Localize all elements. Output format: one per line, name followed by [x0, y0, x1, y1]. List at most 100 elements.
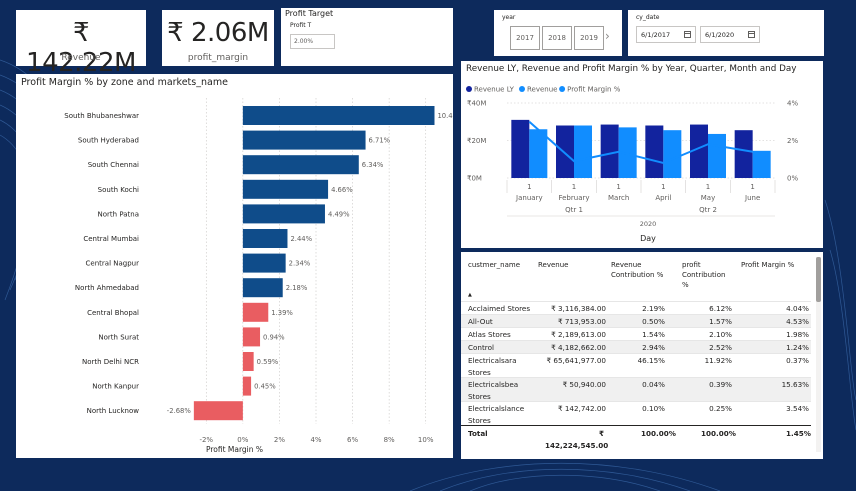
- calendar-icon[interactable]: [684, 31, 691, 38]
- chevron-right-icon[interactable]: ›: [605, 29, 610, 43]
- total-label: Total: [468, 429, 488, 438]
- table-scroll-thumb[interactable]: [816, 257, 821, 302]
- bar-revenue-ly[interactable]: [556, 125, 574, 179]
- col-header-text: profit: [682, 261, 701, 269]
- col-header-revenue-contribution[interactable]: Revenue Contribution %: [611, 260, 663, 280]
- table-row[interactable]: Control ₹ 4,182,662.00 2.94% 2.52% 1.24%: [461, 340, 811, 353]
- year-slicer: year 2017 2018 2019 ›: [494, 10, 622, 56]
- calendar-icon[interactable]: [748, 31, 755, 38]
- bar-data-label: 4.49%: [328, 210, 350, 218]
- bar-south-hyderabad[interactable]: [242, 130, 366, 150]
- profit-margin-kpi-card[interactable]: ₹ 2.06M profit_margin: [162, 10, 274, 66]
- bar-north-kanpur[interactable]: [242, 376, 252, 396]
- bar-data-label: 2.18%: [286, 284, 308, 292]
- sort-ascending-icon[interactable]: ▲: [468, 292, 472, 298]
- col-header-revenue[interactable]: Revenue: [538, 260, 569, 270]
- profit-target-sub-label: Profit T: [290, 22, 312, 29]
- bar-north-delhi-ncr[interactable]: [242, 352, 254, 371]
- year-option-2018[interactable]: 2018: [542, 26, 572, 50]
- table-scrollbar[interactable]: [816, 257, 821, 452]
- combo-chart-year-label: 2020: [639, 220, 657, 228]
- cell-profit-margin: 0.37%: [786, 356, 809, 365]
- bar-north-surat[interactable]: [242, 327, 261, 347]
- legend-label[interactable]: Revenue: [527, 86, 558, 94]
- year-option-2017[interactable]: 2017: [510, 26, 540, 50]
- cell-revenue: ₹ 50,940.00: [562, 380, 606, 389]
- bar-revenue-ly[interactable]: [600, 124, 619, 178]
- bar-north-ahmedabad[interactable]: [242, 278, 283, 298]
- bar-central-nagpur[interactable]: [242, 253, 286, 273]
- end-date-input[interactable]: 6/1/2020: [700, 26, 760, 43]
- bar-chart-category-label: South Hyderabad: [78, 137, 139, 145]
- bar-chart-x-tick: 6%: [347, 436, 358, 444]
- bar-revenue[interactable]: [708, 133, 726, 178]
- combo-day-label: 1: [706, 183, 710, 191]
- start-date-value: 6/1/2017: [641, 31, 671, 39]
- table-row[interactable]: Electricalsara Stores ₹ 65,641,977.00 46.15…: [461, 353, 811, 377]
- bar-chart-category-label: North Surat: [98, 333, 139, 341]
- table-row[interactable]: Atlas Stores ₹ 2,189,613.00 1.54% 2.10% 1.98…: [461, 327, 811, 340]
- bar-chart-category-label: North Lucknow: [87, 407, 140, 415]
- combo-chart-axis-title: Day: [640, 234, 656, 243]
- cell-profit-contribution: 0.25%: [709, 404, 732, 413]
- table-row[interactable]: Electricalsbea Stores ₹ 50,940.00 0.04% 0.39…: [461, 377, 811, 401]
- bar-chart-category-label: Central Bhopal: [87, 309, 139, 317]
- col-header-profit-margin[interactable]: Profit Margin %: [741, 260, 794, 270]
- bar-data-label: 10.48%: [437, 112, 453, 120]
- cell-text: Electricalslance: [468, 404, 525, 413]
- cell-revenue-contribution: 0.10%: [642, 404, 665, 413]
- table-row[interactable]: Acclaimed Stores ₹ 3,116,384.00 2.19% 6.12%…: [461, 301, 811, 314]
- bar-chart-category-label: Central Mumbai: [83, 235, 139, 243]
- bar-north-lucknow[interactable]: [193, 401, 243, 421]
- cell-revenue: ₹ 65,641,977.00: [546, 356, 606, 365]
- bar-chart-x-axis-title: Profit Margin %: [205, 445, 264, 454]
- profit-margin-label: profit_margin: [187, 53, 249, 63]
- bar-chart-category-label: North Patna: [98, 210, 139, 218]
- cell-revenue: ₹ 142,742.00: [557, 404, 606, 413]
- bar-north-patna[interactable]: [242, 204, 325, 224]
- bar-revenue[interactable]: [574, 125, 592, 179]
- bar-chart-category-label: Central Nagpur: [86, 260, 140, 268]
- profit-target-input[interactable]: 2.00%: [290, 34, 335, 49]
- bar-central-mumbai[interactable]: [242, 229, 288, 248]
- table-row[interactable]: Electricalslance Stores ₹ 142,742.00 0.10% 0…: [461, 401, 811, 425]
- bar-south-bhubaneshwar[interactable]: [242, 106, 435, 125]
- year-option-2019[interactable]: 2019: [574, 26, 604, 50]
- bar-chart-svg: -2% 0% 2% 4% 6% 8% 10% South Bhubaneshwar 10.48%…: [64, 98, 453, 444]
- bar-revenue-ly[interactable]: [645, 125, 664, 179]
- bar-chart-category-label: North Kanpur: [92, 383, 139, 391]
- profit-margin-value: ₹ 2.06M: [167, 18, 269, 48]
- revenue-combo-chart[interactable]: Revenue LY, Revenue and Profit Margin % …: [461, 61, 823, 248]
- bar-south-chennai[interactable]: [242, 155, 359, 175]
- col-header-profit-contribution[interactable]: profit Contribution %: [682, 260, 725, 290]
- bar-revenue-ly[interactable]: [734, 130, 753, 178]
- table-row[interactable]: All-Out ₹ 713,953.00 0.50% 1.57% 4.53%: [461, 314, 811, 327]
- legend-label[interactable]: Profit Margin %: [567, 86, 621, 94]
- legend-label[interactable]: Revenue LY: [474, 86, 515, 94]
- revenue-value: ₹ 142.22M: [26, 18, 136, 78]
- legend-marker: [559, 86, 566, 92]
- col-header-text: Revenue: [611, 261, 642, 269]
- date-slicer-label: cy_date: [636, 14, 660, 21]
- bar-chart-x-tick: 2%: [274, 436, 285, 444]
- bar-south-kochi[interactable]: [242, 179, 329, 199]
- revenue-label: Revenue: [61, 53, 101, 63]
- table-header: custmer_name Revenue Revenue Contributio…: [461, 260, 811, 300]
- bar-revenue[interactable]: [663, 130, 682, 178]
- bar-data-label: 2.34%: [289, 260, 311, 268]
- col-header-customer[interactable]: custmer_name: [468, 260, 520, 270]
- combo-month-label: June: [744, 194, 760, 202]
- date-slicer: cy_date 6/1/2017 6/1/2020: [628, 10, 824, 56]
- customer-table[interactable]: custmer_name Revenue Revenue Contributio…: [461, 252, 823, 459]
- bar-revenue[interactable]: [752, 150, 771, 178]
- cell-text: Electricalsbea: [468, 380, 519, 389]
- total-profit-margin: 1.45%: [786, 429, 811, 438]
- profit-margin-by-market-chart[interactable]: Profit Margin % by zone and markets_name…: [16, 74, 453, 458]
- bar-central-bhopal[interactable]: [242, 302, 269, 322]
- total-revenue-symbol: ₹: [599, 429, 605, 438]
- cell-revenue-contribution: 46.15%: [637, 356, 665, 365]
- revenue-kpi-card[interactable]: ₹ 142.22M Revenue: [16, 10, 146, 78]
- bar-revenue-ly[interactable]: [511, 119, 530, 178]
- bar-chart-x-tick: 8%: [384, 436, 395, 444]
- start-date-input[interactable]: 6/1/2017: [636, 26, 696, 43]
